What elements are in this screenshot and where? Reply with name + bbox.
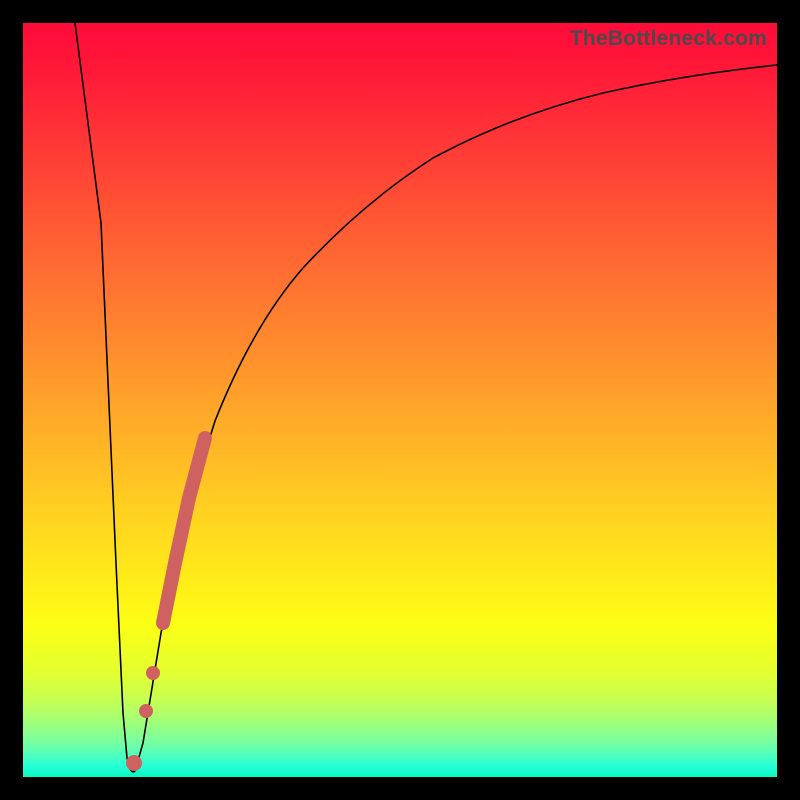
chart-frame: TheBottleneck.com — [0, 0, 800, 800]
highlight-dot — [146, 666, 160, 680]
curve-svg — [23, 23, 777, 777]
bottleneck-curve — [75, 23, 777, 772]
highlight-dot — [139, 704, 153, 718]
highlight-segment — [163, 438, 205, 623]
highlight-dot — [126, 755, 142, 771]
plot-area: TheBottleneck.com — [23, 23, 777, 777]
